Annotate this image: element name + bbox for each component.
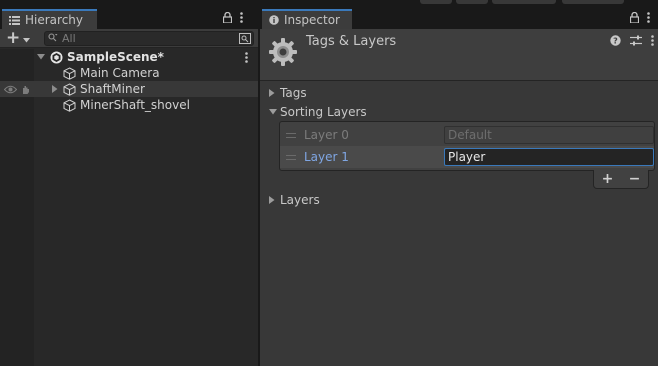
- create-dropdown-button[interactable]: +: [6, 30, 34, 47]
- search-icon: [48, 32, 58, 45]
- hierarchy-item-label: MinerShaft_shovel: [80, 98, 190, 112]
- lock-icon[interactable]: [222, 11, 233, 26]
- foldout-tags[interactable]: Tags: [269, 85, 307, 101]
- inspector-panel: Inspector Tags & Layers ? Tags Sorting L…: [260, 9, 658, 366]
- foldout-tags-label: Tags: [280, 86, 307, 100]
- scene-label: SampleScene*: [67, 50, 164, 64]
- scene-row[interactable]: SampleScene*: [0, 49, 258, 65]
- drag-handle-icon[interactable]: [286, 132, 296, 138]
- presets-icon[interactable]: [630, 35, 642, 49]
- toolbar-button-stub[interactable]: [420, 0, 452, 4]
- gameobject-cube-icon: [62, 66, 76, 80]
- foldout-arrow-icon: [269, 89, 279, 97]
- lock-icon[interactable]: [629, 11, 640, 26]
- kebab-menu-icon[interactable]: [240, 12, 243, 26]
- add-layer-button[interactable]: +: [602, 171, 614, 187]
- settings-gear-icon: [268, 37, 298, 67]
- drag-handle-icon[interactable]: [286, 154, 296, 160]
- scene-search-icon[interactable]: [237, 32, 252, 45]
- inspector-header-tools: ?: [610, 35, 654, 49]
- tab-inspector[interactable]: Inspector: [262, 9, 352, 29]
- foldout-sorting-layers-label: Sorting Layers: [280, 105, 367, 119]
- hierarchy-item-main-camera[interactable]: Main Camera: [0, 65, 258, 81]
- foldout-arrow-icon: [269, 196, 279, 204]
- hierarchy-item-label: ShaftMiner: [80, 82, 145, 96]
- toolbar-button-stub[interactable]: [562, 0, 624, 4]
- svg-text:?: ?: [613, 37, 618, 46]
- info-icon: [269, 15, 279, 25]
- kebab-menu-icon[interactable]: [243, 51, 249, 63]
- sorting-layer-name-field: Default: [444, 126, 654, 144]
- sorting-layer-name: Layer 0: [304, 128, 349, 142]
- gameobject-cube-icon: [62, 82, 76, 96]
- inspector-tab-tools: [629, 11, 650, 27]
- hierarchy-tab-strip: Hierarchy: [0, 9, 258, 29]
- search-placeholder: All: [62, 32, 76, 45]
- kebab-menu-icon[interactable]: [651, 35, 654, 49]
- editor-top-strip: [0, 0, 658, 9]
- chevron-down-icon: [23, 32, 31, 46]
- hierarchy-search-input[interactable]: All: [44, 31, 254, 46]
- hierarchy-panel: Hierarchy + All SampleScene* Main Camera…: [0, 9, 258, 366]
- sorting-layer-row[interactable]: Layer 0 Default: [280, 124, 654, 146]
- sorting-layers-list: Layer 0 Default Layer 1 Player: [279, 121, 655, 171]
- unity-scene-icon: [49, 51, 63, 64]
- foldout-layers[interactable]: Layers: [269, 192, 320, 208]
- hierarchy-item-shaftminer[interactable]: ShaftMiner: [0, 81, 258, 97]
- hierarchy-tab-tools: [222, 11, 243, 27]
- hierarchy-item-label: Main Camera: [80, 66, 160, 80]
- create-label: +: [6, 28, 21, 48]
- sorting-layer-row-selected[interactable]: Layer 1 Player: [280, 146, 654, 168]
- toolbar-button-stub[interactable]: [456, 0, 488, 4]
- foldout-arrow-icon[interactable]: [50, 85, 60, 93]
- tab-hierarchy[interactable]: Hierarchy: [2, 9, 97, 29]
- gameobject-cube-icon: [62, 98, 76, 112]
- inspector-title: Tags & Layers: [306, 34, 397, 49]
- inspector-tab-strip: Inspector: [260, 9, 658, 29]
- tab-hierarchy-label: Hierarchy: [25, 13, 84, 27]
- list-add-remove-footer: + −: [593, 170, 649, 189]
- foldout-arrow-icon[interactable]: [36, 54, 46, 60]
- pickable-hand-icon[interactable]: [19, 84, 31, 95]
- inspector-header: Tags & Layers ?: [260, 29, 658, 81]
- help-icon[interactable]: ?: [610, 35, 621, 49]
- remove-layer-button[interactable]: −: [629, 171, 641, 187]
- toolbar-button-stub[interactable]: [492, 0, 556, 4]
- foldout-layers-label: Layers: [280, 193, 320, 207]
- hamburger-menu-icon: [9, 15, 20, 25]
- hierarchy-toolbar: + All: [0, 29, 258, 48]
- hierarchy-item-minershaft-shovel[interactable]: MinerShaft_shovel: [0, 97, 258, 113]
- kebab-menu-icon[interactable]: [647, 12, 650, 26]
- sorting-layer-name-input[interactable]: Player: [444, 148, 654, 166]
- visibility-eye-icon[interactable]: [3, 85, 17, 94]
- foldout-sorting-layers[interactable]: Sorting Layers: [269, 104, 367, 120]
- sorting-layer-name: Layer 1: [304, 150, 349, 164]
- foldout-arrow-icon: [269, 109, 279, 115]
- tab-inspector-label: Inspector: [284, 13, 340, 27]
